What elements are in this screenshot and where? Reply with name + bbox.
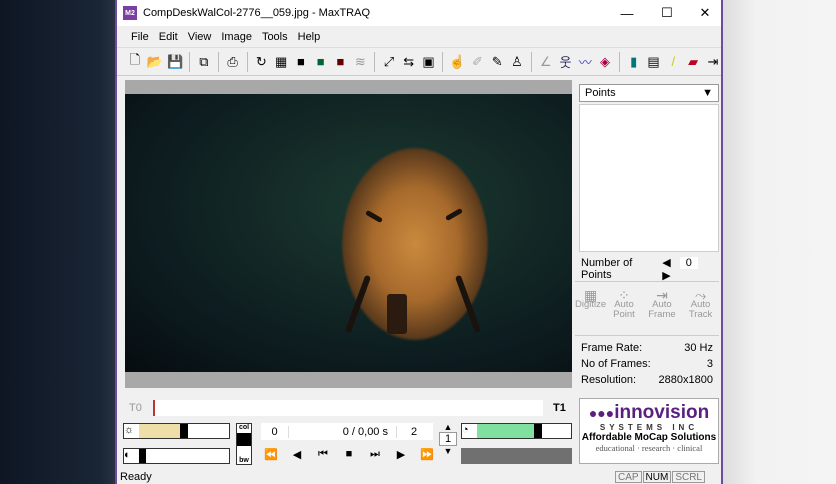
close-button[interactable]: ✕ <box>685 0 725 26</box>
step-spinner[interactable]: ▲ 1 ▼ <box>439 422 457 456</box>
tiger-image <box>125 94 572 372</box>
digitize-button[interactable]: ▦ Digitize <box>575 288 606 335</box>
fast-forward-icon[interactable]: ⏩ <box>417 448 437 461</box>
save-icon[interactable]: 💾 <box>167 53 183 71</box>
menu-tools[interactable]: Tools <box>262 31 288 43</box>
pointer-icon[interactable]: ☝ <box>449 53 465 71</box>
eraser-icon[interactable]: ◈ <box>597 53 613 71</box>
copy-icon[interactable]: ⧉ <box>196 53 212 71</box>
step-back-icon[interactable]: ◀ <box>287 448 307 461</box>
num-points-label: Number of Points <box>581 256 633 281</box>
menu-image[interactable]: Image <box>221 31 252 43</box>
contrast-icon: ◐ <box>124 449 131 461</box>
innovision-logo: ●●●innovision SYSTEMS INC Affordable MoC… <box>579 398 719 464</box>
info-row: Resolution: 2880x1800 <box>581 374 713 386</box>
increment-icon[interactable]: ▶ <box>662 270 670 282</box>
pointer-alt-icon[interactable]: ✐ <box>470 53 486 71</box>
cap-indicator: CAP <box>614 471 642 483</box>
image-viewport[interactable] <box>125 80 572 388</box>
maximize-button[interactable]: ☐ <box>647 0 687 26</box>
menu-view[interactable]: View <box>188 31 212 43</box>
chevron-down-icon: ▼ <box>702 87 713 99</box>
edit-point-icon[interactable]: ✎ <box>489 53 505 71</box>
title-bar: M2 CompDeskWalCol-2776__059.jpg - MaxTRA… <box>117 0 721 26</box>
speed-slider[interactable]: ◔ <box>461 423 572 439</box>
speedometer-icon: ◔ <box>462 424 469 436</box>
step-forward-icon[interactable]: ▶ <box>391 448 411 461</box>
grid-icon[interactable]: ▦ <box>273 53 289 71</box>
calibrate-icon[interactable]: / <box>665 53 681 71</box>
app-window: M2 CompDeskWalCol-2776__059.jpg - MaxTRA… <box>115 0 723 484</box>
calculator-icon[interactable]: ▮ <box>626 53 642 71</box>
stop-icon[interactable]: ■ <box>339 448 359 461</box>
auto-point-button[interactable]: ⁘ Auto Point <box>606 288 642 335</box>
t0-label: T0 <box>129 402 142 414</box>
status-text: Ready <box>120 471 152 483</box>
info-row: Frame Rate: 30 Hz <box>581 342 713 354</box>
frame-counter: 0 0 / 0,00 s 2 <box>261 423 433 440</box>
dropdown-label: Points <box>585 87 616 99</box>
desktop-background <box>722 0 836 484</box>
person-point-icon[interactable]: ♙ <box>509 53 525 71</box>
green-frame-icon[interactable]: ■ <box>313 53 329 71</box>
refresh-icon[interactable]: ↻ <box>253 53 269 71</box>
red-frame-icon[interactable]: ■ <box>333 53 349 71</box>
resize-icon[interactable]: ▣ <box>421 53 437 71</box>
export-icon[interactable]: ▰ <box>685 53 701 71</box>
info-row: No of Frames: 3 <box>581 358 713 370</box>
rotate-icon[interactable]: ⤢ <box>381 53 397 71</box>
menu-help[interactable]: Help <box>298 31 321 43</box>
num-points-field[interactable]: 0 <box>679 256 698 269</box>
graph-icon[interactable]: 〰 <box>577 53 593 71</box>
report-icon[interactable]: ▤ <box>646 53 662 71</box>
num-indicator: NUM <box>642 471 672 483</box>
menu-edit[interactable]: Edit <box>159 31 178 43</box>
stick-figure-icon[interactable]: 웃 <box>558 53 574 71</box>
decrement-icon[interactable]: ◀ <box>662 257 670 269</box>
auto-frame-button[interactable]: ⇥ Auto Frame <box>642 288 682 335</box>
current-frame: 0 / 0,00 s <box>289 425 397 438</box>
frame-icon[interactable]: ■ <box>293 53 309 71</box>
points-dropdown[interactable]: Points ▼ <box>579 84 719 102</box>
color-bw-toggle[interactable]: col bw <box>236 423 252 465</box>
angle-icon[interactable]: ∠ <box>538 53 554 71</box>
t1-label: T1 <box>553 402 566 414</box>
timeline-slider[interactable] <box>153 400 543 416</box>
scrl-indicator: SCRL <box>672 471 705 483</box>
start-frame: 0 <box>261 425 289 438</box>
points-list[interactable] <box>579 104 719 252</box>
open-folder-icon[interactable]: 📂 <box>147 53 163 71</box>
auto-track-button[interactable]: ⤳ Auto Track <box>682 288 719 335</box>
brightness-slider[interactable]: ☼ <box>123 423 230 439</box>
contrast-slider[interactable]: ◐ <box>123 448 230 464</box>
progress-bar <box>461 448 572 464</box>
right-panel: Points ▼ Number of Points ◀ 0 ▶ ▦ Digitize… <box>575 80 719 388</box>
wave-image-icon[interactable]: ≋ <box>352 53 368 71</box>
print-icon[interactable]: ⎙ <box>225 53 241 71</box>
menu-file[interactable]: File <box>131 31 149 43</box>
flip-icon[interactable]: ⇆ <box>401 53 417 71</box>
menu-bar: File Edit View Image Tools Help <box>117 26 721 48</box>
minimize-button[interactable]: — <box>607 0 647 26</box>
status-bar: Ready CAP NUM SCRL <box>117 470 721 484</box>
rewind-icon[interactable]: ⏪ <box>261 448 281 461</box>
end-frame: 2 <box>410 425 418 438</box>
window-title: CompDeskWalCol-2776__059.jpg - MaxTRAQ <box>143 7 371 19</box>
next-frame-icon[interactable]: ⏭ <box>365 448 385 461</box>
prev-frame-icon[interactable]: ⏮ <box>313 448 333 461</box>
new-file-icon[interactable]: 🗋 <box>127 52 143 71</box>
app-icon: M2 <box>123 6 137 20</box>
toolbar: 🗋 📂 💾 ⧉ ⎙ ↻ ▦ ■ ■ ■ ≋ ⤢ ⇆ ▣ ☝ ✐ ✎ ♙ ∠ 웃 … <box>117 48 721 76</box>
exit-icon[interactable]: ⇥ <box>705 53 721 71</box>
brightness-icon: ☼ <box>124 424 135 436</box>
